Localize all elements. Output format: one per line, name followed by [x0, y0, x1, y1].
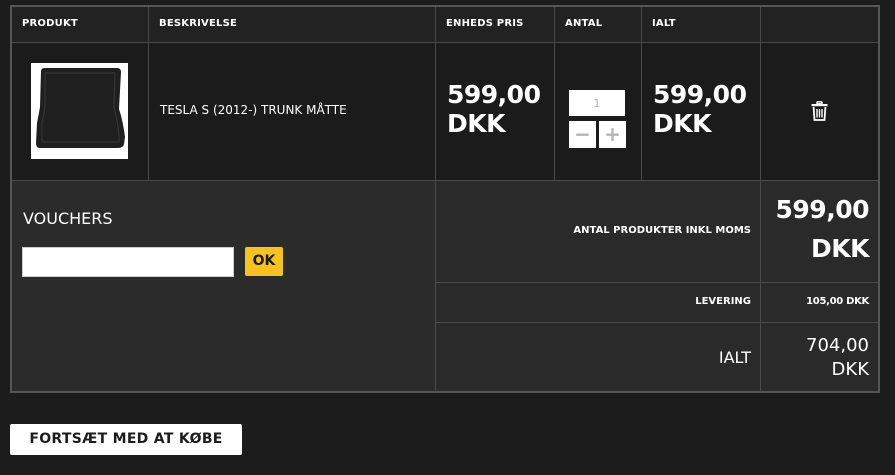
product-image-cell: [12, 43, 149, 181]
trunk-mat-image: [36, 68, 125, 148]
quantity-cell: − +: [555, 43, 642, 181]
line-total-cell: 599,00 DKK: [642, 43, 761, 181]
grand-total-currency: DKK: [831, 359, 869, 380]
header-actions: [761, 7, 878, 43]
continue-shopping-button[interactable]: FORTSÆT MED AT KØBE: [10, 424, 242, 455]
line-total-amount: 599,00: [653, 80, 747, 109]
quantity-decrease-button[interactable]: −: [569, 121, 596, 148]
line-total-currency: DKK: [653, 109, 712, 138]
product-name[interactable]: TESLA S (2012-) TRUNK MÅTTE: [160, 103, 347, 117]
grand-total-value-cell: 704,00 DKK: [761, 323, 878, 391]
product-thumbnail[interactable]: [31, 63, 128, 159]
delivery-value-cell: 105,00 DKK: [761, 283, 878, 323]
delivery-label: LEVERING: [695, 296, 751, 307]
products-total-label-cell: ANTAL PRODUKTER INKL MOMS: [436, 181, 761, 283]
products-total-amount: 599,00: [775, 195, 870, 224]
header-description: BESKRIVELSE: [149, 7, 436, 43]
unit-price-cell: 599,00 DKK: [436, 43, 555, 181]
product-description-cell: TESLA S (2012-) TRUNK MÅTTE: [149, 43, 436, 181]
quantity-input[interactable]: [569, 90, 625, 116]
header-product: PRODUKT: [12, 7, 149, 43]
voucher-ok-button[interactable]: OK: [245, 247, 283, 276]
delivery-value: 105,00 DKK: [806, 296, 869, 307]
products-total-value-cell: 599,00 DKK: [761, 181, 878, 283]
products-total-currency: DKK: [811, 234, 870, 263]
grand-total-label: IALT: [718, 348, 751, 367]
quantity-increase-button[interactable]: +: [599, 121, 626, 148]
grand-total-amount: 704,00: [806, 335, 869, 356]
grand-total-label-cell: IALT: [436, 323, 761, 391]
unit-price-currency: DKK: [447, 109, 506, 138]
cart-table: PRODUKT BESKRIVELSE ENHEDS PRIS ANTAL IA…: [10, 5, 880, 393]
products-total-label: ANTAL PRODUKTER INKL MOMS: [573, 225, 751, 236]
voucher-title: VOUCHERS: [23, 209, 113, 228]
unit-price-amount: 599,00: [447, 80, 541, 109]
voucher-section: VOUCHERS OK: [12, 181, 436, 391]
remove-cell: [761, 43, 878, 181]
header-total: IALT: [642, 7, 761, 43]
voucher-input[interactable]: [22, 247, 234, 277]
header-quantity: ANTAL: [555, 7, 642, 43]
delivery-label-cell: LEVERING: [436, 283, 761, 323]
header-unit-price: ENHEDS PRIS: [436, 7, 555, 43]
trash-icon[interactable]: [811, 101, 828, 121]
